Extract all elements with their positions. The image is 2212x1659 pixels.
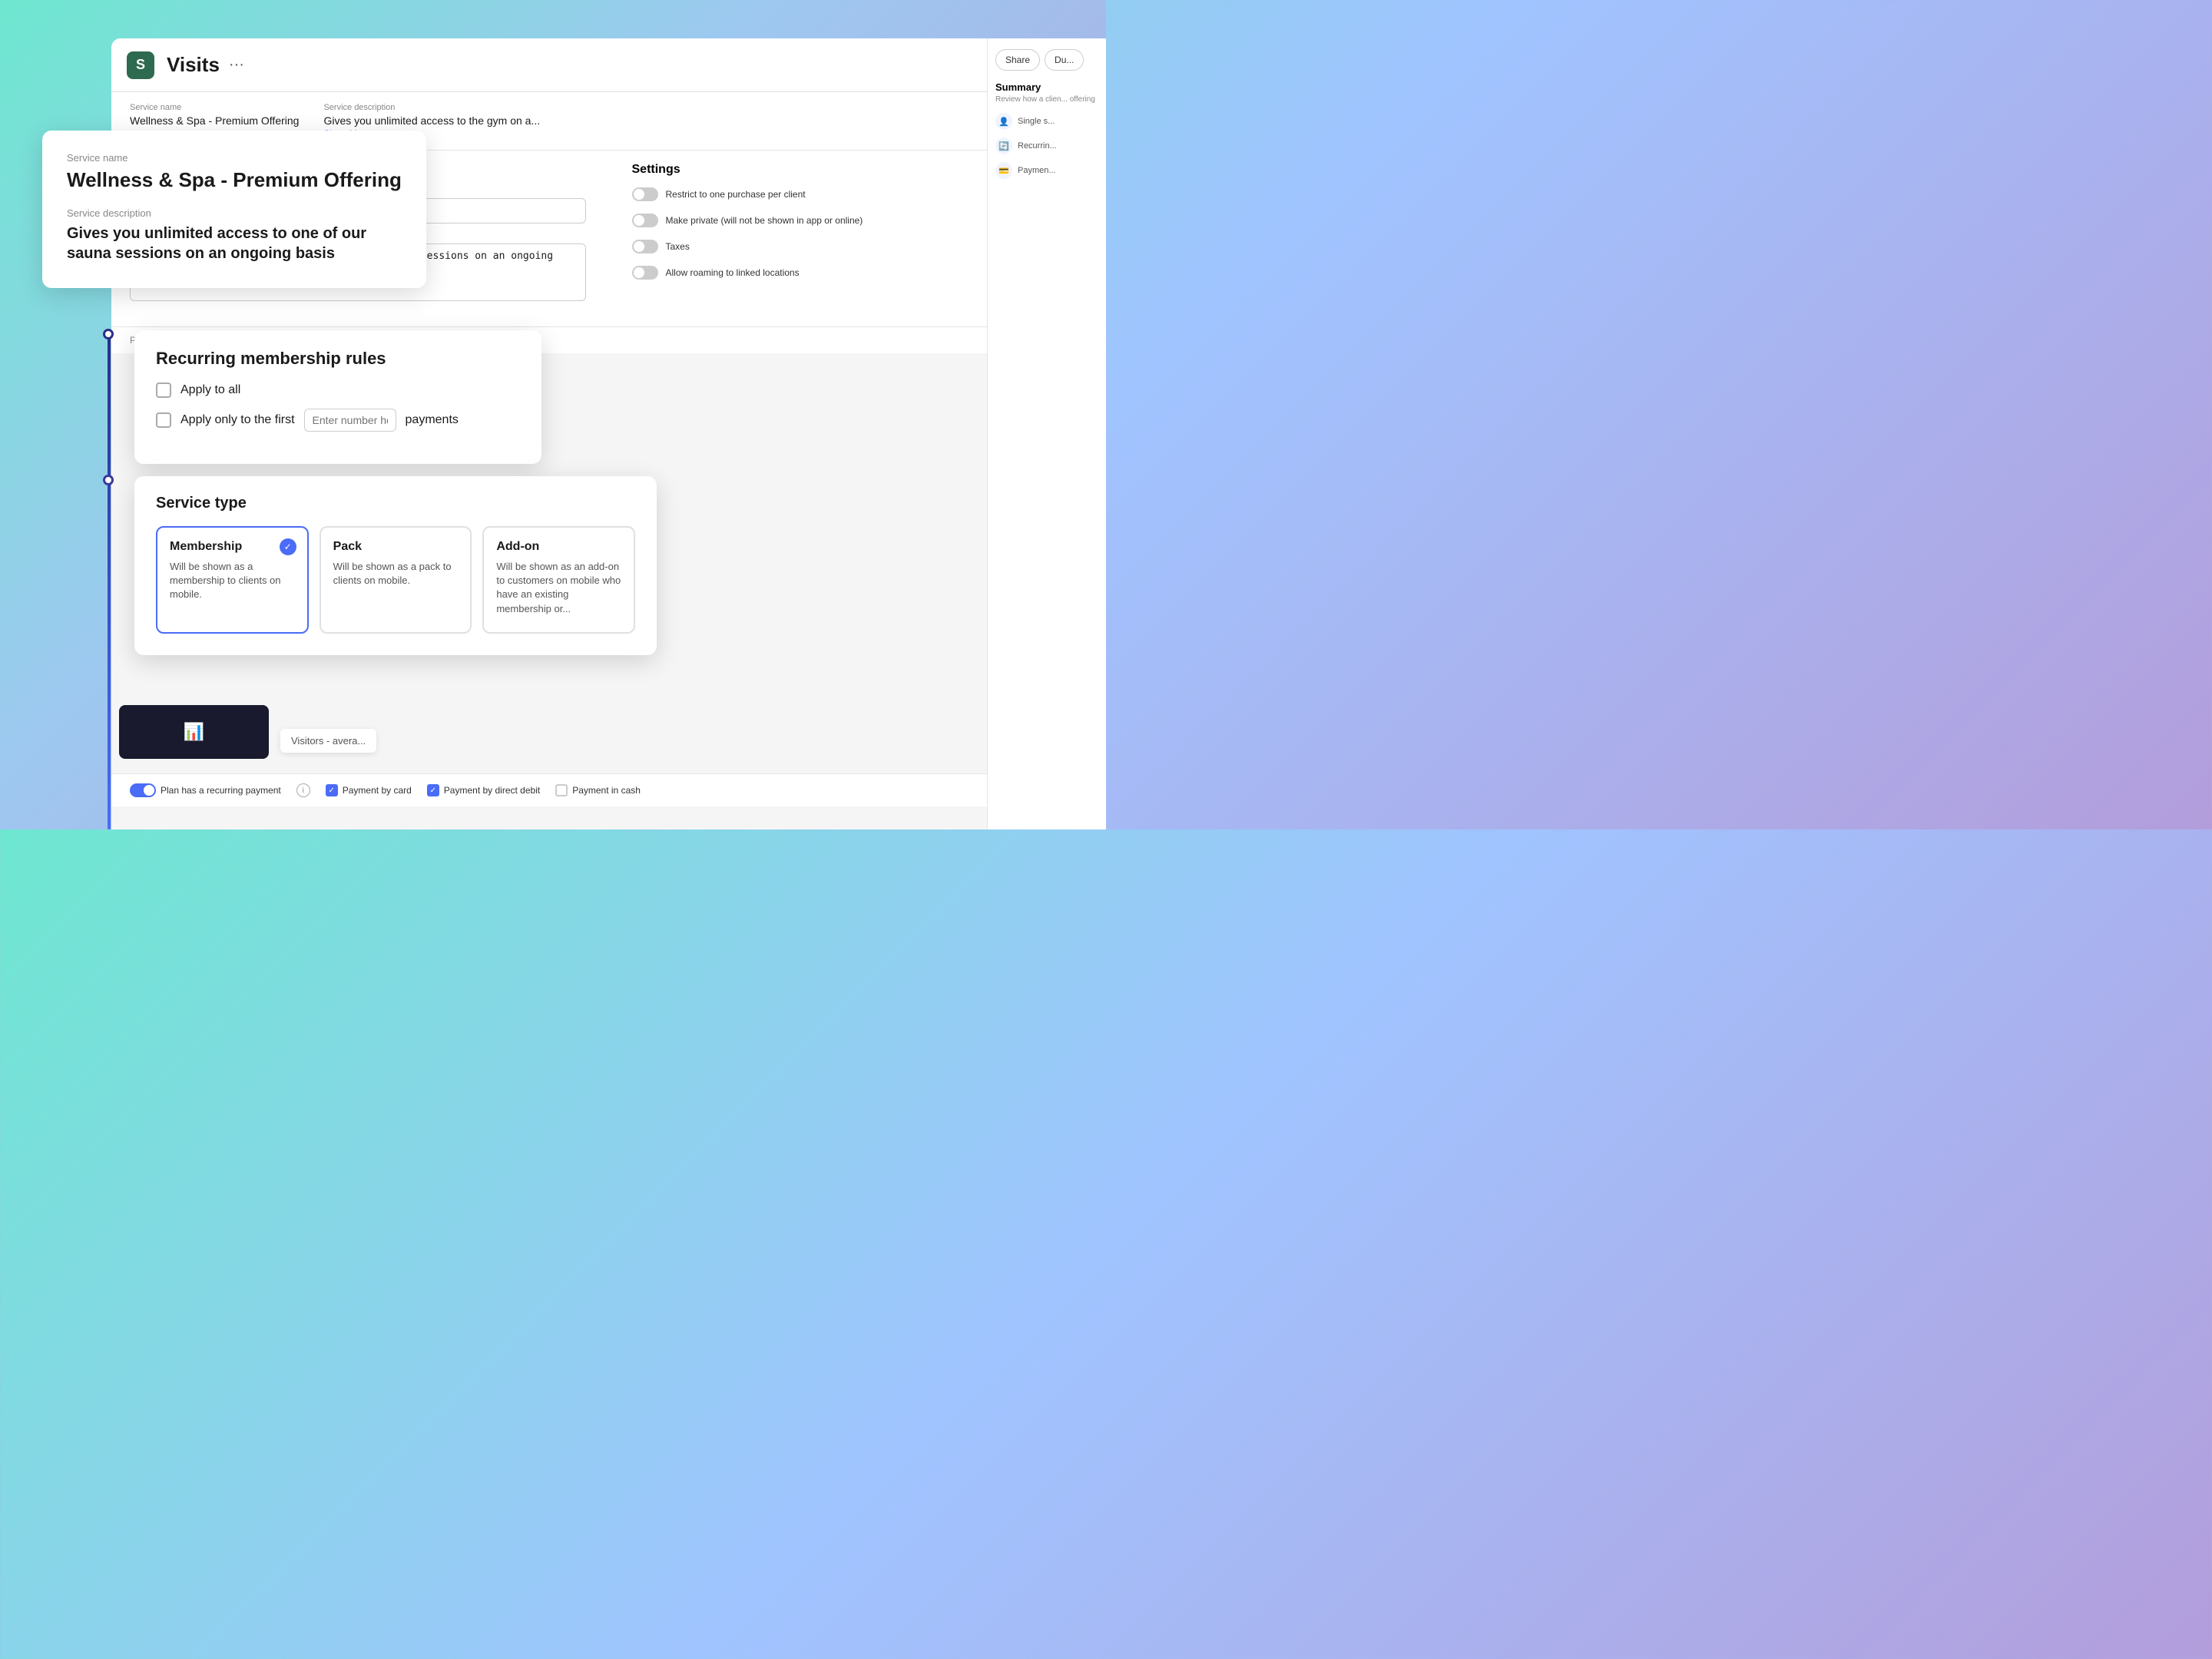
- checkbox-direct-debit[interactable]: ✓: [427, 784, 439, 796]
- show-more-link[interactable]: Show More: [323, 128, 1036, 139]
- analytics-icon: 📊: [184, 722, 204, 742]
- payment-card: ✓ Payment by card: [326, 784, 412, 796]
- pack-desc: Will be shown as a pack to clients on mo…: [333, 560, 459, 588]
- sidebar-item-single[interactable]: 👤 Single s...: [995, 113, 1098, 130]
- visitors-strip: Visitors - avera...: [280, 729, 376, 753]
- sidebar-item-recurring-label: Recurrin...: [1018, 141, 1057, 151]
- left-nav-dot-top: [103, 329, 114, 339]
- type-card-membership[interactable]: ✓ Membership Will be shown as a membersh…: [156, 526, 309, 634]
- app-logo: S: [127, 51, 154, 79]
- payment-cash: Payment in cash: [555, 784, 641, 796]
- setting-label-2: Taxes: [666, 241, 690, 252]
- left-nav-dot-mid: [103, 475, 114, 485]
- payment-icon: 💳: [995, 162, 1012, 179]
- apply-first-label: Apply only to the first: [180, 413, 295, 427]
- sidebar-item-payment-label: Paymen...: [1018, 166, 1056, 175]
- card-service-name-value: Wellness & Spa - Premium Offering: [67, 168, 402, 192]
- checkbox-apply-first[interactable]: [156, 412, 171, 428]
- share-button[interactable]: Share: [995, 49, 1040, 71]
- left-nav-line: [108, 330, 111, 830]
- service-type-cards: ✓ Membership Will be shown as a membersh…: [156, 526, 635, 634]
- card-service-info: Service name Wellness & Spa - Premium Of…: [42, 131, 426, 288]
- type-card-pack[interactable]: Pack Will be shown as a pack to clients …: [320, 526, 472, 634]
- pack-title: Pack: [333, 540, 459, 554]
- checkbox-cash[interactable]: [555, 784, 568, 796]
- service-type-title: Service type: [156, 495, 635, 512]
- app-topbar: S Visits ···: [111, 38, 1106, 92]
- addon-desc: Will be shown as an add-on to customers …: [496, 560, 621, 616]
- type-card-addon[interactable]: Add-on Will be shown as an add-on to cus…: [482, 526, 635, 634]
- apply-all-label: Apply to all: [180, 383, 240, 397]
- card-desc-value: Gives you unlimited access to one of our…: [67, 224, 402, 263]
- setting-label-3: Allow roaming to linked locations: [666, 267, 800, 278]
- summary-desc: Review how a clien... offering: [995, 95, 1098, 104]
- addon-title: Add-on: [496, 540, 621, 554]
- toggle-roaming[interactable]: [632, 266, 658, 280]
- right-sidebar: Share Du... Summary Review how a clien..…: [987, 38, 1106, 830]
- checkbox-card[interactable]: ✓: [326, 784, 338, 796]
- sidebar-action-buttons: Share Du...: [995, 49, 1098, 71]
- sidebar-item-recurring[interactable]: 🔄 Recurrin...: [995, 137, 1098, 154]
- toggle-private[interactable]: [632, 214, 658, 227]
- info-icon: i: [296, 783, 310, 797]
- number-input[interactable]: [304, 409, 396, 432]
- toggle-taxes[interactable]: [632, 240, 658, 253]
- payment-direct-debit: ✓ Payment by direct debit: [427, 784, 540, 796]
- recurring-icon: 🔄: [995, 137, 1012, 154]
- setting-label-1: Make private (will not be shown in app o…: [666, 215, 863, 226]
- card-recurring-rules: Recurring membership rules Apply to all …: [134, 330, 541, 464]
- app-title: Visits: [167, 53, 220, 77]
- sidebar-item-single-label: Single s...: [1018, 117, 1055, 126]
- card-service-name-label: Service name: [67, 152, 402, 164]
- summary-title: Summary: [995, 81, 1098, 93]
- card-desc-label: Service description: [67, 207, 402, 219]
- more-button[interactable]: ···: [229, 56, 244, 74]
- setting-label-0: Restrict to one purchase per client: [666, 189, 806, 200]
- membership-desc: Will be shown as a membership to clients…: [170, 560, 295, 602]
- single-session-icon: 👤: [995, 113, 1012, 130]
- card-service-type: Service type ✓ Membership Will be shown …: [134, 476, 657, 655]
- membership-title: Membership: [170, 540, 295, 554]
- rule-apply-first-row: Apply only to the first payments: [156, 409, 520, 432]
- payment-bar: Plan has a recurring payment i ✓ Payment…: [111, 773, 1106, 806]
- checkbox-apply-all[interactable]: [156, 382, 171, 398]
- payment-recurring: Plan has a recurring payment: [130, 783, 281, 797]
- recurring-rules-title: Recurring membership rules: [156, 349, 520, 369]
- payments-label: payments: [406, 413, 459, 427]
- analytics-widget: 📊: [119, 705, 269, 759]
- sidebar-item-payment[interactable]: 💳 Paymen...: [995, 162, 1098, 179]
- duplicate-button[interactable]: Du...: [1045, 49, 1084, 71]
- toggle-restrict[interactable]: [632, 187, 658, 201]
- strip-service-name: Service name Wellness & Spa - Premium Of…: [130, 103, 299, 127]
- membership-check-icon: ✓: [280, 538, 296, 555]
- toggle-recurring[interactable]: [130, 783, 156, 797]
- strip-service-desc: Service description Gives you unlimited …: [323, 103, 1036, 139]
- rule-apply-all-row: Apply to all: [156, 382, 520, 398]
